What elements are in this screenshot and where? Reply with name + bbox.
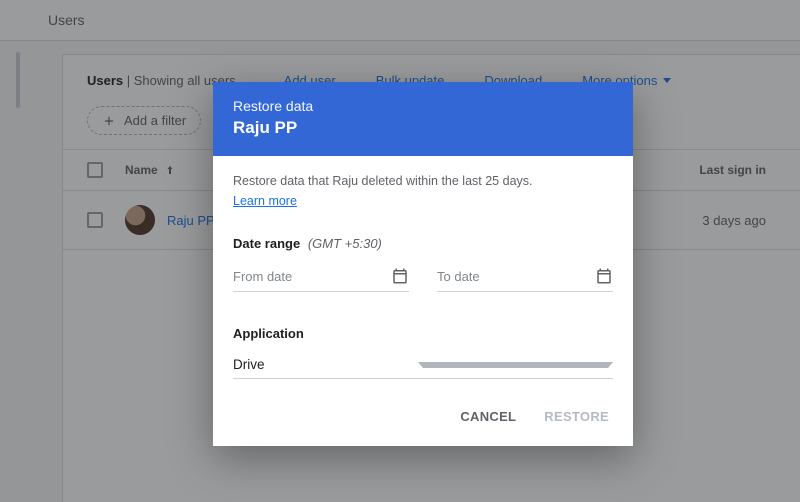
restore-button[interactable]: RESTORE bbox=[544, 409, 609, 424]
to-date-field[interactable]: To date bbox=[437, 261, 613, 292]
date-range-row: From date To date bbox=[233, 261, 613, 292]
from-date-placeholder: From date bbox=[233, 269, 391, 284]
application-select[interactable]: Drive bbox=[233, 351, 613, 379]
restore-data-dialog: Restore data Raju PP Restore data that R… bbox=[213, 82, 633, 446]
application-value: Drive bbox=[233, 357, 418, 372]
dialog-heading-user: Raju PP bbox=[233, 118, 613, 138]
date-range-label-text: Date range bbox=[233, 236, 300, 251]
dialog-header: Restore data Raju PP bbox=[213, 82, 633, 156]
calendar-icon bbox=[595, 267, 613, 285]
calendar-icon bbox=[391, 267, 409, 285]
chevron-down-icon bbox=[418, 362, 613, 368]
timezone-label: (GMT +5:30) bbox=[308, 236, 382, 251]
learn-more-link[interactable]: Learn more bbox=[233, 194, 297, 208]
dialog-heading-small: Restore data bbox=[233, 98, 613, 114]
cancel-button[interactable]: CANCEL bbox=[460, 409, 516, 424]
application-label: Application bbox=[233, 326, 613, 341]
to-date-placeholder: To date bbox=[437, 269, 595, 284]
from-date-field[interactable]: From date bbox=[233, 261, 409, 292]
dialog-actions: CANCEL RESTORE bbox=[213, 383, 633, 446]
dialog-description: Restore data that Raju deleted within th… bbox=[233, 174, 613, 188]
dialog-body: Restore data that Raju deleted within th… bbox=[213, 156, 633, 383]
date-range-label: Date range (GMT +5:30) bbox=[233, 236, 613, 251]
